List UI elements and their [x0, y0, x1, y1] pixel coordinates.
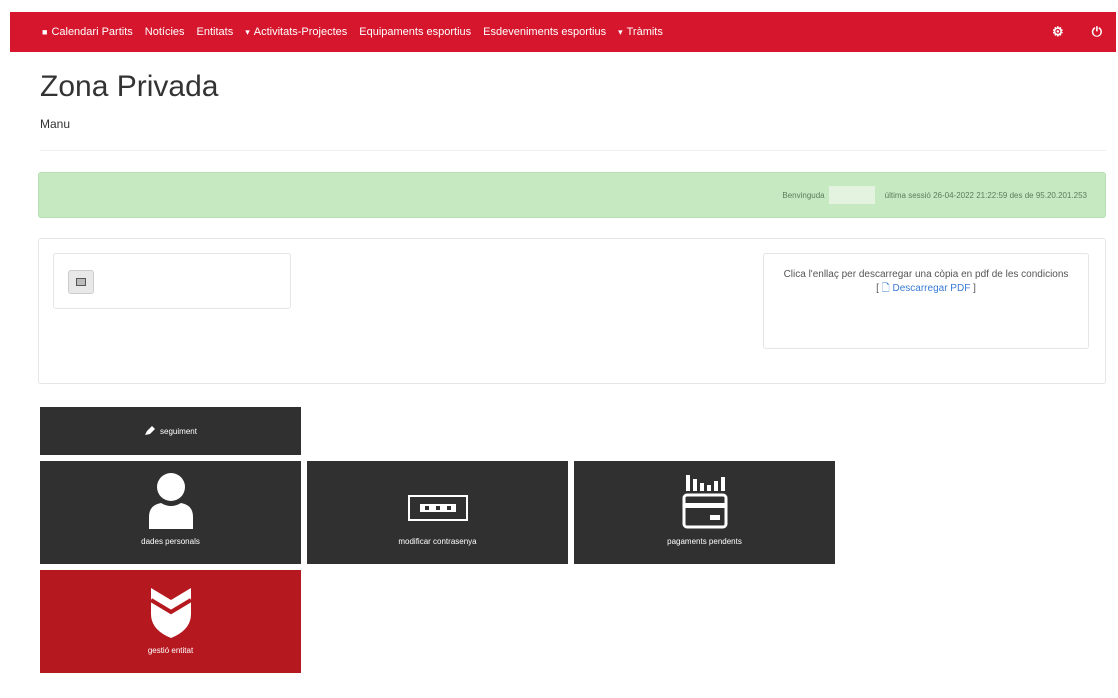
seguiment-button[interactable]: seguiment [40, 407, 301, 455]
power-icon[interactable]: ⏻ [1092, 24, 1102, 40]
image-box [53, 253, 291, 309]
user-icon [148, 473, 193, 529]
nav-item-entitats[interactable]: Entitats [197, 26, 234, 38]
pdf-link-row: [ 🗋 Descarregar PDF ] [776, 282, 1076, 296]
nav-item-label: Tràmits [626, 26, 663, 38]
info-panel: Clica l'enllaç per descarregar una còpia… [38, 238, 1106, 384]
nav-item-label: Esdeveniments esportius [483, 26, 607, 38]
page-title: Zona Privada [40, 70, 219, 103]
nav-item-activitats[interactable]: ▾ Activitats-Projectes [245, 26, 347, 38]
nav-item-noticies[interactable]: Notícies [145, 26, 185, 38]
nav-item-label: Entitats [196, 26, 234, 38]
image-icon[interactable] [68, 270, 94, 294]
calendar-icon: ■ [42, 27, 48, 37]
password-icon [407, 495, 468, 521]
welcome-text: Benvinguda [782, 190, 825, 200]
pagaments-pendents-tile[interactable]: pagaments pendents [574, 461, 835, 564]
page-subtitle: Manu [40, 117, 71, 131]
nav-item-label: Calendari Partits [51, 26, 133, 38]
caret-down-icon: ▾ [618, 26, 623, 37]
pagaments-label: pagaments pendents [667, 537, 742, 546]
gestio-label: gestió entitat [147, 646, 194, 655]
divider [40, 150, 1106, 151]
shield-icon [149, 588, 192, 638]
gestio-entitat-tile[interactable]: gestió entitat [40, 570, 301, 673]
file-icon: 🗋 [881, 283, 890, 294]
edit-icon [145, 426, 156, 435]
seguiment-label: seguiment [160, 426, 197, 436]
nav-right-icons: ⚙ ⏻ [1052, 12, 1102, 52]
bracket: [ [876, 283, 879, 294]
nav-item-equipaments[interactable]: Equipaments esportius [359, 26, 471, 38]
contrasenya-label: modificar contrasenya [398, 537, 477, 546]
modificar-contrasenya-tile[interactable]: modificar contrasenya [307, 461, 568, 564]
caret-down-icon: ▾ [245, 26, 250, 37]
nav-item-tramits[interactable]: ▾ Tràmits [618, 26, 663, 38]
top-navbar: ■ Calendari Partits Notícies Entitats ▾ Ac… [10, 12, 1116, 52]
last-access-text: última sessió 26-04-2022 21:22:59 des de… [884, 190, 1087, 200]
nav-item-label: Equipaments esportius [359, 26, 472, 38]
nav-item-label: Notícies [144, 26, 185, 38]
welcome-alert: Benvinguda última sessió 26-04-2022 21:2… [38, 172, 1106, 218]
download-pdf-label: Descarregar PDF [892, 283, 971, 294]
pdf-instructions: Clica l'enllaç per descarregar una còpia… [783, 269, 1069, 280]
nav-item-esdeveniments[interactable]: Esdeveniments esportius [483, 26, 606, 38]
dades-label: dades personals [141, 537, 200, 546]
dades-personals-tile[interactable]: dades personals [40, 461, 301, 564]
payment-card-icon [682, 475, 727, 529]
nav-item-calendari[interactable]: ■ Calendari Partits [42, 26, 133, 38]
download-pdf-link[interactable]: 🗋 Descarregar PDF [882, 283, 971, 294]
username-redacted [828, 186, 875, 204]
bracket: ] [973, 283, 976, 294]
nav-item-label: Activitats-Projectes [253, 26, 348, 38]
gear-icon[interactable]: ⚙ [1052, 24, 1064, 40]
pdf-box: Clica l'enllaç per descarregar una còpia… [763, 253, 1089, 349]
